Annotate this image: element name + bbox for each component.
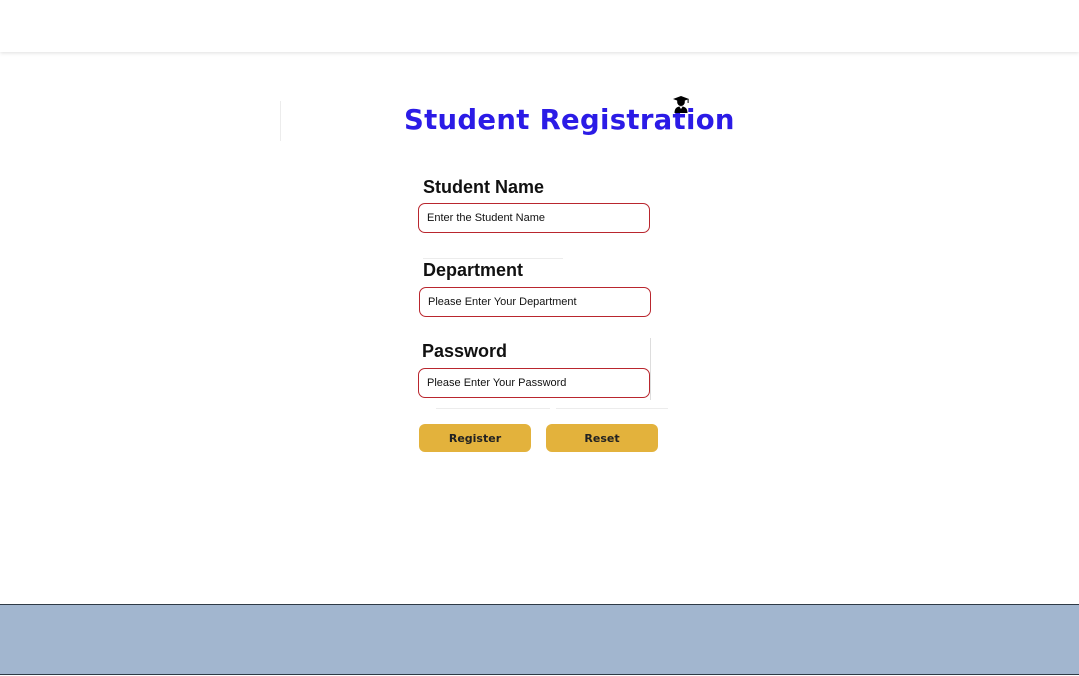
divider xyxy=(556,408,668,409)
reset-button[interactable]: Reset xyxy=(546,424,658,452)
register-button[interactable]: Register xyxy=(419,424,531,452)
student-name-input[interactable] xyxy=(418,203,650,233)
graduate-student-icon xyxy=(673,96,689,113)
divider xyxy=(436,408,550,409)
student-name-label: Student Name xyxy=(423,177,545,197)
department-label: Department xyxy=(423,260,524,280)
divider xyxy=(280,101,281,141)
password-input[interactable] xyxy=(418,368,650,398)
divider xyxy=(650,338,651,400)
registration-page: Student Registration Student Name Depart… xyxy=(0,0,1079,676)
footer xyxy=(0,604,1079,675)
password-label: Password xyxy=(422,341,508,361)
department-input[interactable] xyxy=(419,287,651,317)
top-navbar xyxy=(0,0,1079,52)
